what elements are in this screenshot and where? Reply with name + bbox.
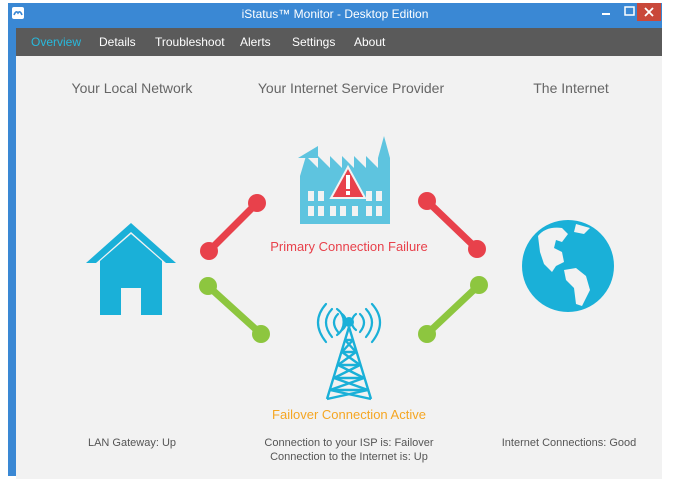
lan-gateway-status: LAN Gateway: Up bbox=[87, 437, 177, 449]
minimize-icon bbox=[602, 13, 610, 15]
isp-connection-status: Connection to your ISP is: Failover bbox=[264, 437, 434, 449]
menu-bar: Overview Details Troubleshoot Alerts Set… bbox=[16, 28, 662, 56]
tab-settings[interactable]: Settings bbox=[292, 35, 335, 49]
overview-panel: Your Local Network Your Internet Service… bbox=[16, 56, 662, 479]
minimize-button[interactable] bbox=[593, 3, 619, 21]
internet-connections-status: Internet Connections: Good bbox=[501, 437, 637, 449]
app-window: iStatus™ Monitor - Desktop Edition Overv… bbox=[8, 3, 662, 479]
window-title: iStatus™ Monitor - Desktop Edition bbox=[241, 7, 429, 21]
internet-connection-status: Connection to the Internet is: Up bbox=[270, 451, 428, 463]
globe-icon bbox=[522, 220, 614, 312]
tab-overview[interactable]: Overview bbox=[31, 35, 81, 49]
tab-details[interactable]: Details bbox=[99, 35, 136, 49]
close-button[interactable] bbox=[637, 3, 661, 21]
title-bar[interactable]: iStatus™ Monitor - Desktop Edition bbox=[8, 3, 662, 25]
tab-troubleshoot[interactable]: Troubleshoot bbox=[155, 35, 225, 49]
close-icon bbox=[644, 7, 654, 17]
tab-about[interactable]: About bbox=[354, 35, 385, 49]
tab-alerts[interactable]: Alerts bbox=[240, 35, 271, 49]
